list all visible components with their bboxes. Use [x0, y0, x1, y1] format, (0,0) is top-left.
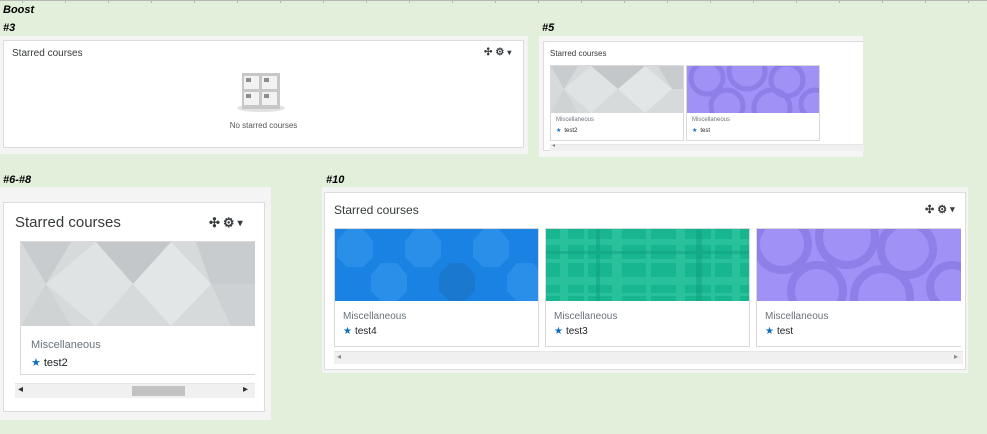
star-icon: ★	[692, 128, 698, 134]
course-category: Miscellaneous	[692, 117, 731, 123]
course-category: Miscellaneous	[556, 117, 595, 123]
screenshot-10-panel: Starred courses ✣ ⚙ ▾ Miscellaneous ★ te…	[322, 187, 968, 373]
label-screenshot-5: #5	[542, 22, 555, 34]
starred-courses-block: Starred courses ✣ ⚙ ▾ No starred courses	[3, 40, 524, 148]
chevron-down-icon[interactable]: ▾	[507, 48, 511, 57]
starred-courses-block: Starred courses ✣ ⚙ ▾ Miscellaneous ★ te…	[324, 192, 966, 370]
column-divider	[624, 0, 625, 3]
star-icon: ★	[31, 357, 41, 369]
move-icon[interactable]: ✣	[484, 47, 492, 58]
scroll-left-icon[interactable]: ◂	[552, 142, 555, 149]
screenshot-3-panel: Starred courses ✣ ⚙ ▾ No starred courses	[0, 36, 528, 154]
course-category: Miscellaneous	[343, 311, 407, 322]
horizontal-scrollbar[interactable]: ◂	[550, 142, 864, 151]
empty-state-text: No starred courses	[229, 121, 298, 130]
course-image	[546, 229, 749, 301]
star-icon: ★	[554, 326, 563, 337]
column-divider	[968, 0, 969, 3]
course-name-text: test2	[564, 127, 578, 134]
scroll-right-icon[interactable]: ▸	[243, 384, 248, 395]
column-divider	[538, 0, 539, 3]
course-image	[757, 229, 961, 301]
course-name[interactable]: ★ test4	[343, 326, 377, 337]
chevron-down-icon[interactable]: ▾	[238, 218, 243, 229]
star-icon: ★	[765, 326, 774, 337]
block-controls: ✣ ⚙ ▾	[925, 203, 955, 216]
label-screenshot-3: #3	[3, 22, 16, 34]
gear-icon[interactable]: ⚙	[937, 203, 947, 216]
starred-courses-block: Starred courses Miscellaneous ★ test2 Mi…	[543, 41, 864, 151]
course-image	[335, 229, 538, 301]
scroll-left-icon[interactable]: ◂	[337, 352, 341, 361]
course-image	[551, 66, 683, 113]
course-name[interactable]: ★ test3	[554, 326, 588, 337]
column-divider	[753, 0, 754, 3]
block-title: Starred courses	[334, 203, 419, 217]
gear-icon[interactable]: ⚙	[495, 47, 504, 58]
column-divider	[194, 0, 195, 3]
column-divider	[796, 0, 797, 3]
star-icon: ★	[556, 128, 562, 134]
block-title: Starred courses	[550, 49, 607, 58]
move-icon[interactable]: ✣	[209, 215, 220, 231]
horizontal-scrollbar[interactable]: ◂ ▸	[15, 383, 255, 398]
course-category: Miscellaneous	[554, 311, 618, 322]
block-controls: ✣ ⚙ ▾	[209, 215, 243, 231]
scroll-left-icon[interactable]: ◂	[18, 384, 23, 395]
column-divider	[65, 0, 66, 3]
horizontal-scrollbar[interactable]: ◂ ▸	[334, 351, 963, 364]
chevron-down-icon[interactable]: ▾	[950, 204, 955, 215]
column-divider	[452, 0, 453, 3]
column-divider	[581, 0, 582, 3]
course-name-text: test	[700, 127, 711, 134]
column-divider	[925, 0, 926, 3]
block-title: Starred courses	[12, 48, 83, 59]
course-name[interactable]: ★ test2	[556, 127, 578, 135]
course-card[interactable]: Miscellaneous ★ test2	[550, 65, 684, 141]
column-divider	[882, 0, 883, 3]
empty-courses-icon	[237, 73, 285, 112]
starred-courses-block: Starred courses ✣ ⚙ ▾ Miscellaneous ★ te…	[3, 202, 265, 412]
course-name[interactable]: ★ test	[765, 326, 793, 337]
course-name-text: test3	[565, 326, 588, 337]
course-category: Miscellaneous	[31, 339, 101, 351]
block-title: Starred courses	[15, 214, 121, 231]
block-controls: ✣ ⚙ ▾	[484, 47, 511, 58]
label-boost: Boost	[3, 4, 35, 16]
column-divider	[710, 0, 711, 3]
course-name-text: test2	[43, 356, 68, 369]
course-card[interactable]: Miscellaneous ★ test4	[334, 228, 539, 347]
star-icon: ★	[343, 326, 352, 337]
screenshot-5-panel: Starred courses Miscellaneous ★ test2 Mi…	[539, 36, 864, 157]
course-card[interactable]: Miscellaneous ★ test3	[545, 228, 750, 347]
screenshot-6-8-panel: Starred courses ✣ ⚙ ▾ Miscellaneous ★ te…	[0, 187, 271, 420]
course-card[interactable]: Miscellaneous ★ test	[686, 65, 820, 141]
column-divider	[495, 0, 496, 3]
course-image	[21, 242, 255, 326]
column-divider	[108, 0, 109, 3]
column-divider	[22, 0, 23, 3]
gear-icon[interactable]: ⚙	[223, 215, 235, 231]
column-divider	[280, 0, 281, 3]
column-divider	[151, 0, 152, 3]
column-divider	[323, 0, 324, 3]
label-screenshot-6-8: #6-#8	[3, 174, 32, 186]
course-card[interactable]: Miscellaneous ★ test2	[20, 241, 255, 375]
column-divider	[409, 0, 410, 3]
move-icon[interactable]: ✣	[925, 203, 934, 216]
column-divider	[366, 0, 367, 3]
course-image	[687, 66, 819, 113]
course-name[interactable]: ★ test2	[31, 356, 68, 370]
scrollbar-thumb[interactable]	[132, 386, 185, 396]
course-name[interactable]: ★ test	[692, 127, 711, 135]
label-screenshot-10: #10	[326, 174, 345, 186]
course-card[interactable]: Miscellaneous ★ test	[756, 228, 961, 347]
column-divider	[237, 0, 238, 3]
scroll-right-icon[interactable]: ▸	[954, 352, 958, 361]
course-name-text: test	[776, 326, 794, 337]
column-divider	[667, 0, 668, 3]
course-name-text: test4	[354, 326, 377, 337]
column-divider	[839, 0, 840, 3]
course-category: Miscellaneous	[765, 311, 829, 322]
